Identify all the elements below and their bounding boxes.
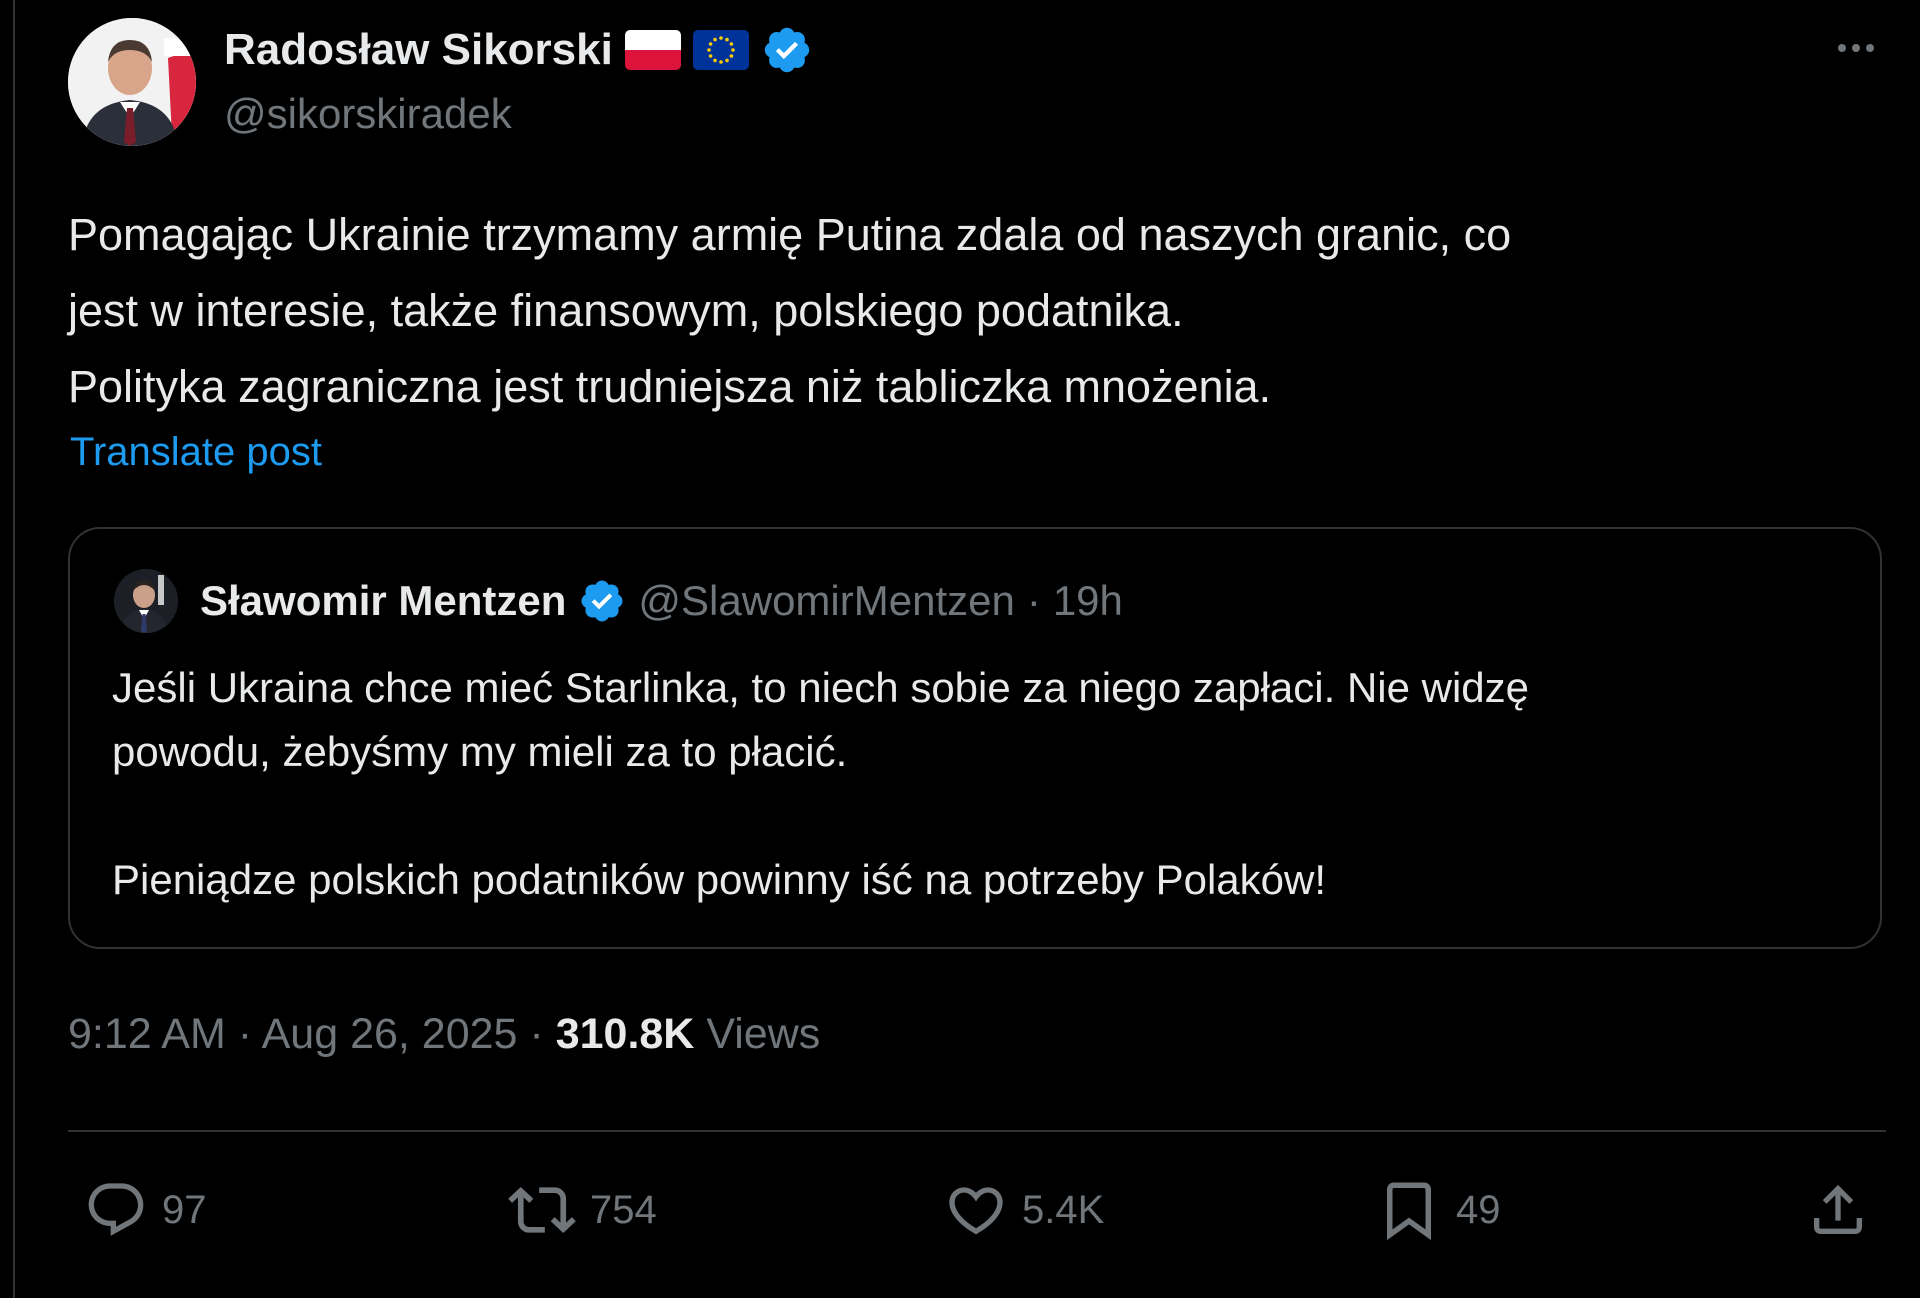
post-time[interactable]: 9:12 AM xyxy=(68,1010,226,1058)
post-meta: 9:12 AM · Aug 26, 2025 · 310.8K Views xyxy=(68,1010,820,1059)
author-avatar-image xyxy=(68,18,196,146)
quoted-author-display-name[interactable]: Sławomir Mentzen xyxy=(200,577,566,625)
views-label: Views xyxy=(706,1010,821,1058)
verified-badge-icon[interactable] xyxy=(578,577,626,625)
post-text-line: Pomagając Ukrainie trzymamy armię Putina… xyxy=(68,209,1512,260)
bookmark-icon xyxy=(1387,1182,1431,1241)
views-count[interactable]: 310.8K xyxy=(556,1010,695,1058)
more-dot-icon xyxy=(1852,44,1860,52)
author-display-name[interactable]: Radosław Sikorski xyxy=(224,25,613,75)
quoted-post-header: Sławomir Mentzen @SlawomirMentzen · 19h xyxy=(200,569,1123,633)
repost-icon xyxy=(508,1186,576,1234)
like-button[interactable]: 5.4K xyxy=(944,1177,1104,1243)
author-name-row: Radosław Sikorski xyxy=(224,20,813,80)
poland-flag-icon xyxy=(624,30,681,70)
quoted-post-text: Jeśli Ukraina chce mieć Starlinka, to ni… xyxy=(112,656,1832,912)
left-border xyxy=(13,0,15,1298)
quoted-author-avatar-image xyxy=(114,569,178,633)
reply-count: 97 xyxy=(162,1187,207,1232)
quoted-post-time[interactable]: 19h xyxy=(1053,577,1123,625)
heart-icon xyxy=(949,1187,1003,1235)
more-options-button[interactable] xyxy=(1826,28,1886,68)
more-dot-icon xyxy=(1838,44,1846,52)
post-text: Pomagając Ukrainie trzymamy armię Putina… xyxy=(68,197,1868,425)
quoted-author-handle[interactable]: @SlawomirMentzen xyxy=(638,577,1014,625)
quoted-post-card[interactable]: Sławomir Mentzen @SlawomirMentzen · 19h … xyxy=(68,527,1882,949)
post-date[interactable]: Aug 26, 2025 xyxy=(262,1010,518,1058)
share-button[interactable] xyxy=(1806,1177,1870,1243)
quoted-separator: · xyxy=(1026,577,1041,624)
post-text-line: jest w interesie, także finansowym, pols… xyxy=(68,285,1184,336)
quoted-author-avatar[interactable] xyxy=(114,569,178,633)
reply-icon xyxy=(88,1183,144,1236)
more-dot-icon xyxy=(1866,44,1874,52)
post-text-line: Polityka zagraniczna jest trudniejsza ni… xyxy=(68,361,1272,412)
quoted-text-line: powodu, żebyśmy my mieli za to płacić. xyxy=(112,728,848,775)
reply-button[interactable]: 97 xyxy=(84,1177,207,1243)
share-icon xyxy=(1814,1184,1862,1234)
verified-badge-icon[interactable] xyxy=(761,24,813,76)
quoted-text-line: Pieniądze polskich podatników powinny iś… xyxy=(112,856,1327,903)
divider xyxy=(68,1130,1886,1132)
author-avatar[interactable] xyxy=(68,18,196,146)
meta-separator: · xyxy=(237,1010,253,1058)
repost-count: 754 xyxy=(590,1187,657,1232)
like-count: 5.4K xyxy=(1022,1187,1105,1232)
bookmark-count: 49 xyxy=(1456,1187,1501,1232)
author-handle[interactable]: @sikorskiradek xyxy=(224,90,512,138)
translate-post-link[interactable]: Translate post xyxy=(70,430,322,475)
repost-button[interactable]: 754 xyxy=(508,1177,657,1243)
meta-separator: · xyxy=(529,1010,544,1058)
eu-flag-icon xyxy=(692,30,749,70)
bookmark-button[interactable]: 49 xyxy=(1376,1177,1501,1243)
quoted-text-line: Jeśli Ukraina chce mieć Starlinka, to ni… xyxy=(112,664,1530,711)
